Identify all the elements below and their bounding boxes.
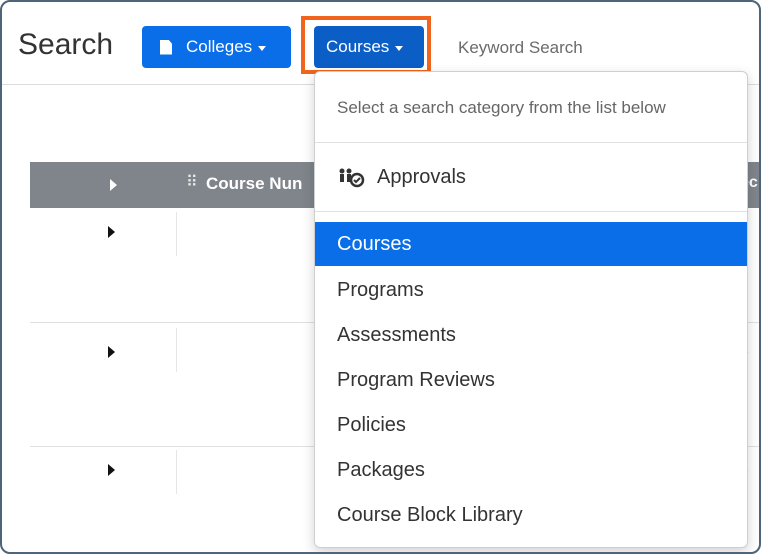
caret-down-icon xyxy=(258,45,267,51)
menu-item-course-block-library[interactable]: Course Block Library xyxy=(315,493,747,537)
expand-arrow-icon[interactable] xyxy=(108,226,115,238)
menu-divider xyxy=(315,142,747,143)
keyword-search-input[interactable]: Keyword Search xyxy=(458,38,583,58)
approvals-label: Approvals xyxy=(377,166,466,188)
menu-item-programs[interactable]: Programs xyxy=(315,268,747,312)
search-category-menu: Select a search category from the list b… xyxy=(314,71,748,548)
row-separator xyxy=(176,212,177,256)
document-icon xyxy=(160,39,172,55)
row-separator xyxy=(176,450,177,494)
colleges-label: Colleges xyxy=(186,37,253,56)
menu-item-policies[interactable]: Policies xyxy=(315,403,747,447)
menu-divider xyxy=(315,211,747,212)
menu-item-assessments[interactable]: Assessments xyxy=(315,313,747,357)
approvals-item[interactable]: Approvals xyxy=(337,166,466,189)
expand-arrow-icon[interactable] xyxy=(108,464,115,476)
approvals-icon xyxy=(339,168,365,187)
expand-arrow-icon[interactable] xyxy=(108,346,115,358)
menu-item-courses[interactable]: Courses xyxy=(315,222,747,266)
expand-arrow-icon[interactable] xyxy=(110,179,117,191)
menu-item-packages[interactable]: Packages xyxy=(315,448,747,492)
menu-header: Select a search category from the list b… xyxy=(337,98,666,117)
app-window: Search Colleges Courses Keyword Search ⠿… xyxy=(0,0,761,554)
highlight-box xyxy=(301,16,431,74)
drag-handle-icon[interactable]: ⠿ xyxy=(186,172,198,192)
row-separator xyxy=(176,328,177,372)
column-header-course-number[interactable]: Course Nun xyxy=(206,174,302,194)
page-title: Search xyxy=(18,28,114,61)
colleges-dropdown-button[interactable]: Colleges xyxy=(142,26,291,68)
menu-item-program-reviews[interactable]: Program Reviews xyxy=(315,358,747,402)
